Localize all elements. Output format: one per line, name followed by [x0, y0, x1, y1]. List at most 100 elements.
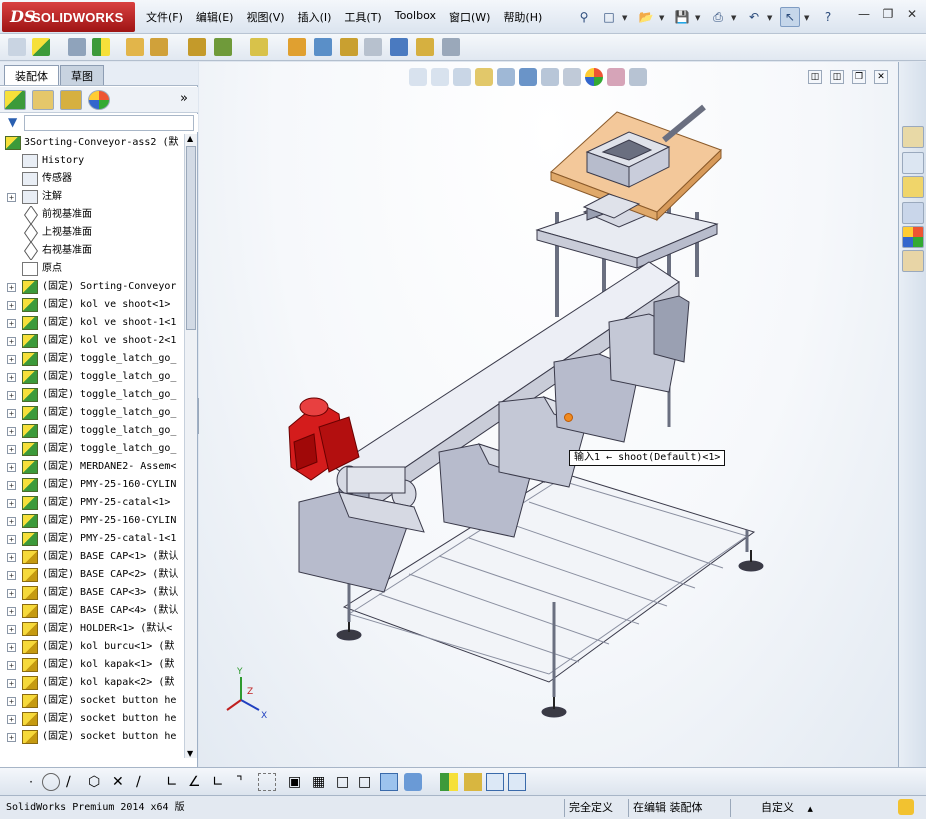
tree-item[interactable]: + (固定) toggle_latch_go_ [0, 440, 184, 458]
tree-root-assembly[interactable]: 3Sorting-Conveyor-ass2 (默 [0, 134, 184, 152]
property-manager-icon[interactable] [32, 90, 54, 110]
new-dropdown-icon[interactable]: ▼ [622, 14, 627, 22]
mate-icon[interactable] [68, 38, 86, 56]
configuration-manager-icon[interactable] [60, 90, 82, 110]
linear-pattern-icon[interactable] [92, 38, 110, 56]
filter-icon[interactable]: ▼ [8, 115, 17, 129]
update-speedpak-icon[interactable] [416, 38, 434, 56]
view-palette-icon[interactable] [902, 202, 924, 224]
restore-icon[interactable]: ❐ [880, 6, 896, 22]
tree-scrollbar[interactable]: ▲ ▼ [184, 134, 197, 758]
menu-edit[interactable]: 编辑(E) [196, 9, 234, 25]
dimension-icon[interactable]: ▣ [288, 773, 306, 791]
corner-icon[interactable]: ⌝ [236, 773, 254, 791]
expand-toggle-icon[interactable]: + [7, 679, 16, 688]
file-explorer-icon[interactable] [902, 176, 924, 198]
expand-toggle-icon[interactable]: + [7, 463, 16, 472]
expand-toggle-icon[interactable]: + [7, 643, 16, 652]
expand-toggle-icon[interactable]: + [7, 589, 16, 598]
undo-dropdown-icon[interactable]: ▼ [767, 14, 772, 22]
expand-toggle-icon[interactable]: + [7, 409, 16, 418]
tab-sketch[interactable]: 草图 [60, 65, 104, 85]
line-icon[interactable]: ∕ [66, 773, 84, 791]
tree-item[interactable]: + (固定) PMY-25-catal-1<1 [0, 530, 184, 548]
tree-item[interactable]: + (固定) BASE CAP<3> (默认 [0, 584, 184, 602]
expand-toggle-icon[interactable]: + [7, 319, 16, 328]
menu-view[interactable]: 视图(V) [246, 9, 284, 25]
insert-component-icon[interactable] [32, 38, 50, 56]
move-component-icon[interactable] [150, 38, 168, 56]
expand-toggle-icon[interactable]: + [7, 193, 16, 202]
menu-tools[interactable]: 工具(T) [344, 9, 381, 25]
close-icon[interactable]: ✕ [904, 6, 920, 22]
expand-toggle-icon[interactable]: + [7, 391, 16, 400]
save-dropdown-icon[interactable]: ▼ [695, 14, 700, 22]
3d-view-icon[interactable] [404, 773, 422, 791]
table-icon[interactable] [486, 773, 504, 791]
menu-window[interactable]: 窗口(W) [449, 9, 490, 25]
expand-toggle-icon[interactable]: + [7, 373, 16, 382]
tree-item[interactable]: + (固定) socket button he [0, 728, 184, 746]
open-folder-icon[interactable]: 📂 [636, 7, 656, 27]
tree-item[interactable]: + (固定) kol kapak<1> (默 [0, 656, 184, 674]
select-dropdown-icon[interactable]: ▼ [804, 14, 809, 22]
wireframe-icon[interactable]: □ [358, 773, 376, 791]
centerline-icon[interactable]: ∕ [136, 773, 154, 791]
expand-toggle-icon[interactable]: + [7, 607, 16, 616]
expand-toggle-icon[interactable]: + [7, 517, 16, 526]
rebuild-icon[interactable] [898, 799, 914, 815]
tree-item[interactable]: + (固定) PMY-25-catal<1> [0, 494, 184, 512]
expand-toggle-icon[interactable]: + [7, 301, 16, 310]
menu-file[interactable]: 文件(F) [146, 9, 183, 25]
new-document-icon[interactable]: □ [599, 7, 619, 27]
instant3d-icon[interactable] [390, 38, 408, 56]
tree-item[interactable]: + (固定) socket button he [0, 710, 184, 728]
tree-item[interactable]: + (固定) kol ve shoot<1> [0, 296, 184, 314]
tree-item[interactable]: History [0, 152, 184, 170]
tangent-icon[interactable]: ∟ [166, 773, 184, 791]
display-manager-icon[interactable] [88, 90, 110, 110]
print-icon[interactable]: ⎙ [708, 7, 728, 27]
print-dropdown-icon[interactable]: ▼ [731, 14, 736, 22]
expand-toggle-icon[interactable]: + [7, 625, 16, 634]
expand-toggle-icon[interactable]: + [7, 733, 16, 742]
graphics-area[interactable]: ◫ ◫ ❐ ✕ Y Z X 输入1 ← shoot(Default)<1> [199, 62, 898, 767]
filter-input[interactable] [24, 115, 194, 131]
tree-item[interactable]: + (固定) toggle_latch_go_ [0, 404, 184, 422]
tree-item[interactable]: 传感器 [0, 170, 184, 188]
angle-icon[interactable]: ∠ [188, 773, 206, 791]
expand-toggle-icon[interactable]: + [7, 553, 16, 562]
save-icon[interactable]: 💾 [672, 7, 692, 27]
tree-item[interactable]: + (固定) toggle_latch_go_ [0, 368, 184, 386]
tree-item[interactable]: + (固定) BASE CAP<1> (默认 [0, 548, 184, 566]
polygon-icon[interactable]: ⬡ [88, 773, 106, 791]
tree-item[interactable]: + (固定) kol ve shoot-2<1 [0, 332, 184, 350]
help-question-icon[interactable]: ? [818, 7, 838, 27]
tree-item[interactable]: + (固定) socket button he [0, 692, 184, 710]
solidworks-logo[interactable]: DS SOLIDWORKS [2, 2, 135, 32]
tree-item[interactable]: + 注解 [0, 188, 184, 206]
new-motion-study-icon[interactable] [288, 38, 306, 56]
scroll-down-icon[interactable]: ▼ [187, 749, 193, 758]
explode-line-icon[interactable] [364, 38, 382, 56]
edit-component-icon[interactable] [8, 38, 26, 56]
expand-toggle-icon[interactable]: + [7, 571, 16, 580]
tree-item[interactable]: + (固定) kol burcu<1> (默 [0, 638, 184, 656]
tree-item[interactable]: + (固定) toggle_latch_go_ [0, 422, 184, 440]
layout-icon[interactable] [508, 773, 526, 791]
conveyor-assembly-model[interactable]: Y Z X [199, 62, 898, 767]
tree-item[interactable]: + (固定) MERDANE2- Assem< [0, 458, 184, 476]
expand-toggle-icon[interactable]: + [7, 283, 16, 292]
show-hidden-icon[interactable] [188, 38, 206, 56]
expand-toggle-icon[interactable]: + [7, 499, 16, 508]
assembly-features-icon[interactable] [214, 38, 232, 56]
menu-toolbox[interactable]: Toolbox [395, 9, 436, 25]
scroll-thumb[interactable] [186, 146, 196, 330]
scroll-up-icon[interactable]: ▲ [187, 134, 193, 143]
tree-item[interactable]: + (固定) kol ve shoot-1<1 [0, 314, 184, 332]
component-icon[interactable] [440, 773, 458, 791]
tree-item[interactable]: + (固定) kol kapak<2> (默 [0, 674, 184, 692]
take-snapshot-icon[interactable] [442, 38, 460, 56]
shaded-icon[interactable] [380, 773, 398, 791]
expand-toggle-icon[interactable]: + [7, 427, 16, 436]
